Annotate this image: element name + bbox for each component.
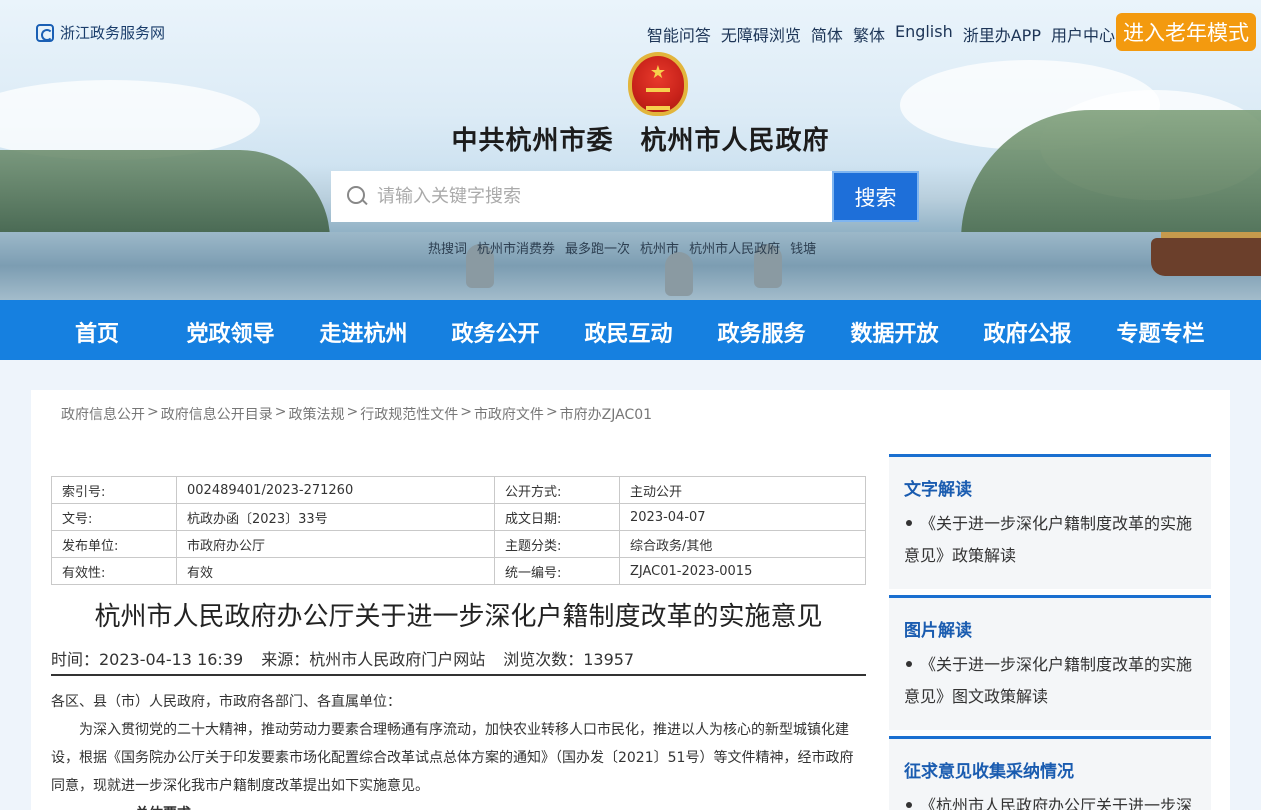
top-link-traditional[interactable]: 繁体 — [853, 22, 885, 46]
breadcrumb-item[interactable]: 行政规范性文件 — [360, 404, 458, 424]
national-emblem-icon — [628, 52, 688, 116]
article-source: 来源：杭州市人民政府门户网站 — [261, 650, 486, 669]
breadcrumb-item[interactable]: 市府办ZJAC01 — [560, 404, 652, 424]
nav-item-about-hangzhou[interactable]: 走进杭州 — [311, 316, 416, 348]
top-link-qa[interactable]: 智能问答 — [647, 22, 711, 46]
article-divider — [51, 674, 866, 676]
banner-pagoda — [665, 252, 693, 296]
breadcrumb-item[interactable]: 政策法规 — [288, 404, 344, 424]
gov-title: 中共杭州市委 杭州市人民政府 — [451, 126, 830, 156]
site-name: 浙江政务服务网 — [60, 24, 166, 42]
sidebar-link-text: 《杭州市人民政府办公厅关于进一步深 — [920, 796, 1193, 810]
nav-item-interaction[interactable]: 政民互动 — [576, 316, 681, 348]
meta-value: 2023-04-07 — [619, 503, 866, 531]
zhejiang-logo-icon — [36, 23, 54, 42]
sidebar-link[interactable]: 《杭州市人民政府办公厅关于进一步深 — [904, 790, 1193, 810]
sidebar-image-interpretation: 图片解读 《关于进一步深化户籍制度改革的实施意见》图文政策解读 — [889, 595, 1211, 730]
search-box — [331, 171, 832, 222]
nav-item-open-data[interactable]: 数据开放 — [842, 316, 947, 348]
nav-item-leaders[interactable]: 党政领导 — [178, 316, 283, 348]
sidebar-link-text: 《关于进一步深化户籍制度改革的实施意见》图文政策解读 — [904, 655, 1193, 706]
site-logo[interactable]: 浙江政务服务网 — [36, 22, 165, 43]
sidebar-link-text: 《关于进一步深化户籍制度改革的实施意见》政策解读 — [904, 514, 1193, 565]
sidebar-link[interactable]: 《关于进一步深化户籍制度改革的实施意见》政策解读 — [904, 508, 1193, 572]
meta-value: 有效 — [176, 557, 495, 585]
sidebar-feedback: 征求意见收集采纳情况 《杭州市人民政府办公厅关于进一步深 — [889, 736, 1211, 810]
article-meta: 时间：2023-04-13 16:39 来源：杭州市人民政府门户网站 浏览次数：… — [51, 646, 634, 670]
hot-word-link[interactable]: 杭州市消费券 — [477, 238, 555, 257]
breadcrumb-item[interactable]: 政府信息公开目录 — [161, 404, 273, 424]
nav-item-gazette[interactable]: 政府公报 — [975, 316, 1080, 348]
top-link-app[interactable]: 浙里办APP — [963, 22, 1041, 46]
breadcrumb-item[interactable]: 政府信息公开 — [61, 404, 145, 424]
sidebar-title: 征求意见收集采纳情况 — [904, 762, 1074, 782]
hot-word-link[interactable]: 杭州市 — [640, 238, 679, 257]
hot-word-link[interactable]: 最多跑一次 — [565, 238, 630, 257]
nav-item-gov-disclosure[interactable]: 政务公开 — [443, 316, 548, 348]
breadcrumb-separator: > — [460, 404, 472, 420]
hot-words-label: 热搜词 — [428, 242, 468, 257]
top-link-user-center[interactable]: 用户中心 — [1051, 22, 1115, 46]
meta-value: 杭政办函〔2023〕33号 — [176, 503, 495, 531]
elder-mode-button[interactable]: 进入老年模式 — [1116, 13, 1256, 51]
document-meta-table: 索引号: 002489401/2023-271260 公开方式: 主动公开 文号… — [51, 476, 866, 585]
meta-key: 文号: — [51, 503, 177, 531]
breadcrumb: 政府信息公开 > 政府信息公开目录 > 政策法规 > 行政规范性文件 > 市政府文件 > … — [61, 404, 652, 424]
article-body: 各区、县（市）人民政府，市政府各部门、各直属单位： 为深入贯彻党的二十大精神，推… — [51, 688, 866, 810]
meta-key: 主题分类: — [494, 530, 620, 558]
nav-item-services[interactable]: 政务服务 — [709, 316, 814, 348]
main-nav: 首页 党政领导 走进杭州 政务公开 政民互动 政务服务 数据开放 政府公报 专题… — [0, 300, 1261, 360]
meta-value: 002489401/2023-271260 — [176, 476, 495, 504]
nav-item-home[interactable]: 首页 — [52, 316, 142, 348]
meta-key: 公开方式: — [494, 476, 620, 504]
top-link-simplified[interactable]: 简体 — [811, 22, 843, 46]
hot-word-link[interactable]: 钱塘 — [790, 238, 816, 257]
article-salutation: 各区、县（市）人民政府，市政府各部门、各直属单位： — [51, 694, 401, 710]
bullet-icon — [906, 520, 912, 526]
sidebar-title: 文字解读 — [904, 480, 972, 500]
meta-value: 市政府办公厅 — [176, 530, 495, 558]
banner-hills-left — [0, 150, 330, 240]
breadcrumb-separator: > — [545, 404, 558, 420]
breadcrumb-separator: > — [274, 404, 287, 420]
search-icon — [347, 185, 369, 208]
breadcrumb-separator: > — [147, 404, 159, 420]
meta-key: 成文日期: — [494, 503, 620, 531]
meta-value: 综合政务/其他 — [619, 530, 866, 558]
article-paragraph: 为深入贯彻党的二十大精神，推动劳动力要素合理畅通有序流动，加快农业转移人口市民化… — [51, 722, 854, 794]
meta-value: ZJAC01-2023-0015 — [619, 557, 866, 585]
banner-boat — [1151, 238, 1261, 276]
article-time: 时间：2023-04-13 16:39 — [51, 650, 244, 669]
meta-key: 发布单位: — [51, 530, 177, 558]
article-views: 浏览次数：13957 — [503, 650, 635, 669]
meta-value: 主动公开 — [619, 476, 866, 504]
table-row: 有效性: 有效 统一编号: ZJAC01-2023-0015 — [51, 557, 866, 585]
table-row: 索引号: 002489401/2023-271260 公开方式: 主动公开 — [51, 476, 866, 504]
breadcrumb-item[interactable]: 市政府文件 — [474, 404, 544, 424]
article-title: 杭州市人民政府办公厅关于进一步深化户籍制度改革的实施意见 — [94, 602, 823, 632]
sidebar-link[interactable]: 《关于进一步深化户籍制度改革的实施意见》图文政策解读 — [904, 649, 1193, 713]
bullet-icon — [906, 802, 912, 808]
table-row: 发布单位: 市政府办公厅 主题分类: 综合政务/其他 — [51, 530, 866, 558]
top-link-english[interactable]: English — [895, 22, 953, 46]
breadcrumb-separator: > — [346, 404, 359, 420]
search-input[interactable] — [377, 186, 797, 207]
hot-words: 热搜词 杭州市消费券 最多跑一次 杭州市 杭州市人民政府 钱塘 — [428, 238, 816, 257]
top-links: 智能问答 无障碍浏览 简体 繁体 English 浙里办APP 用户中心 — [647, 22, 1115, 46]
bullet-icon — [906, 661, 912, 667]
article-section-heading: 一、总体要求 — [107, 800, 866, 810]
search-button[interactable]: 搜索 — [832, 171, 919, 222]
nav-item-topics[interactable]: 专题专栏 — [1108, 316, 1213, 348]
sidebar-title: 图片解读 — [904, 621, 972, 641]
meta-key: 有效性: — [51, 557, 177, 585]
sidebar-text-interpretation: 文字解读 《关于进一步深化户籍制度改革的实施意见》政策解读 — [889, 454, 1211, 589]
meta-key: 索引号: — [51, 476, 177, 504]
meta-key: 统一编号: — [494, 557, 620, 585]
hot-word-link[interactable]: 杭州市人民政府 — [689, 238, 780, 257]
top-link-accessibility[interactable]: 无障碍浏览 — [721, 22, 801, 46]
table-row: 文号: 杭政办函〔2023〕33号 成文日期: 2023-04-07 — [51, 503, 866, 531]
